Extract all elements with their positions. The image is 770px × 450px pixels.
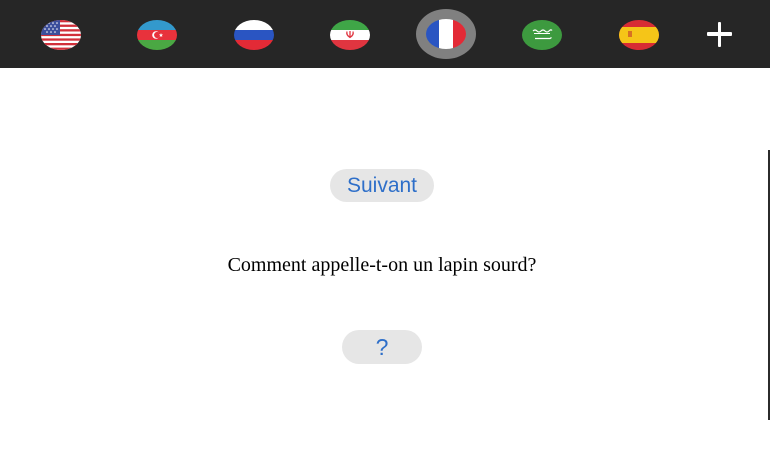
saudi-arabia-flag-icon	[522, 20, 562, 50]
flag-button-english[interactable]	[37, 12, 85, 58]
add-language-button[interactable]	[698, 10, 742, 58]
france-flag-icon	[426, 19, 466, 49]
joke-question: Comment appelle-t-on un lapin sourd?	[227, 254, 537, 276]
flag-button-arabic[interactable]	[518, 12, 566, 58]
flag-button-persian[interactable]	[326, 12, 374, 58]
flag-button-spanish[interactable]	[615, 12, 663, 58]
iran-flag-icon	[330, 20, 370, 50]
next-joke-button[interactable]: Suivant	[330, 169, 434, 202]
us-flag-icon	[41, 20, 81, 50]
language-bar	[0, 0, 770, 68]
azerbaijan-flag-icon	[137, 20, 177, 50]
flag-button-french[interactable]	[416, 9, 476, 59]
reveal-answer-button[interactable]: ?	[342, 330, 422, 364]
spain-flag-icon	[619, 20, 659, 50]
russia-flag-icon	[234, 20, 274, 50]
flag-button-russian[interactable]	[230, 12, 278, 58]
flag-button-azerbaijani[interactable]	[133, 12, 181, 58]
